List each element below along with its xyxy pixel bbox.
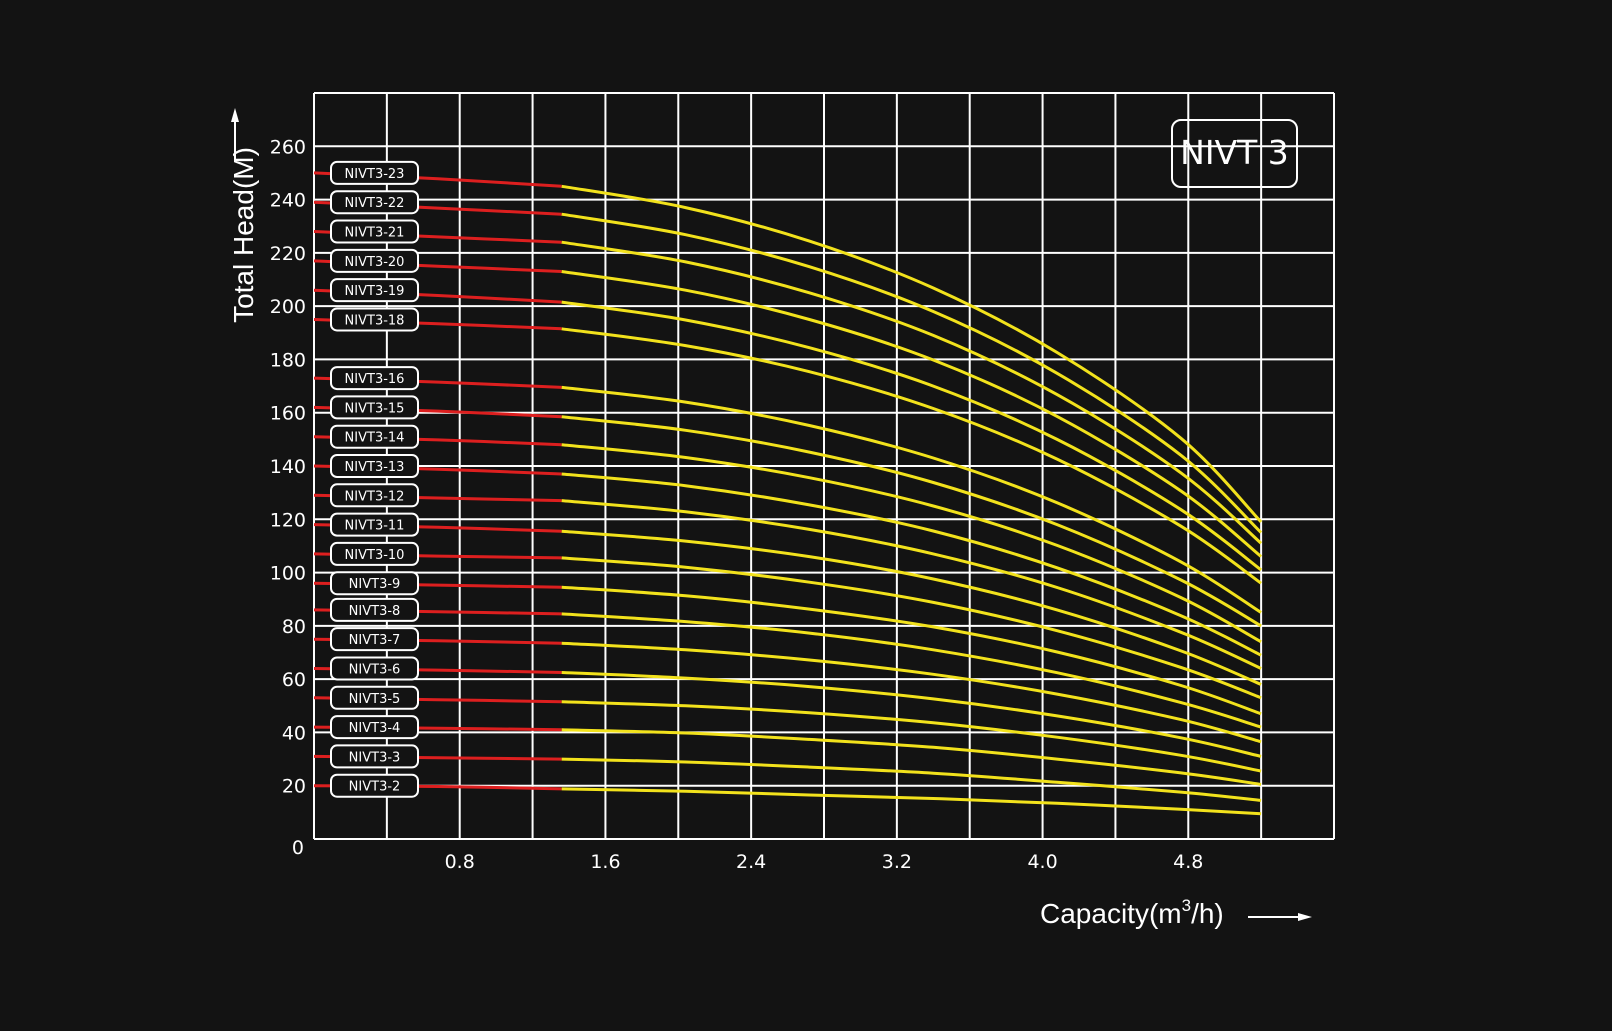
curve-label-text: NIVT3-11 xyxy=(345,519,405,534)
curve-label-text: NIVT3-7 xyxy=(349,633,401,648)
curve-nivt3-23 xyxy=(561,184,1263,524)
y-tick-label: 80 xyxy=(282,616,306,638)
x-axis-arrow xyxy=(1248,913,1312,921)
y-tick-label: 220 xyxy=(270,243,306,265)
curve-label-text: NIVT3-9 xyxy=(349,577,401,592)
curve-label-nivt3-6: NIVT3-6 xyxy=(330,656,419,681)
curve-label-nivt3-8: NIVT3-8 xyxy=(330,597,419,622)
x-tick-label: 4.8 xyxy=(1173,851,1203,873)
curve-label-text: NIVT3-21 xyxy=(345,226,405,241)
y-tick-label: 180 xyxy=(270,349,306,371)
curve-nivt3-11 xyxy=(561,529,1262,686)
curve-label-nivt3-16: NIVT3-16 xyxy=(330,366,419,391)
curve-nivt3-4 xyxy=(561,728,1262,786)
curve-label-nivt3-9: NIVT3-9 xyxy=(330,571,419,596)
x-tick-label: 0.8 xyxy=(445,851,475,873)
curve-label-nivt3-11: NIVT3-11 xyxy=(330,512,419,537)
curve-label-text: NIVT3-15 xyxy=(345,401,405,416)
curve-label-text: NIVT3-5 xyxy=(349,692,401,707)
y-tick-label: 20 xyxy=(282,776,306,798)
curve-label-text: NIVT3-3 xyxy=(349,750,401,765)
curve-label-nivt3-13: NIVT3-13 xyxy=(330,454,419,478)
y-tick-label: 120 xyxy=(270,509,306,531)
y-tick-label: 0 xyxy=(292,837,304,859)
chart-title: NIVT 3 xyxy=(1180,133,1289,172)
y-axis-title: Total Head(M) xyxy=(228,147,259,323)
curve-label-nivt3-20: NIVT3-20 xyxy=(330,248,419,273)
curve-label-text: NIVT3-16 xyxy=(345,372,405,387)
curve-nivt3-2 xyxy=(561,787,1262,816)
curve-label-nivt3-14: NIVT3-14 xyxy=(330,424,419,449)
curve-labels: NIVT3-2 NIVT3-3 NIVT3-4 NIVT3-5 NIVT3-6 NIVT3… xyxy=(330,160,419,798)
curve-nivt3-20 xyxy=(561,270,1263,558)
y-tick-label: 160 xyxy=(270,403,306,425)
curve-label-text: NIVT3-4 xyxy=(349,721,401,736)
curve-label-nivt3-15: NIVT3-15 xyxy=(330,395,419,420)
curve-label-nivt3-10: NIVT3-10 xyxy=(330,541,419,566)
curve-label-text: NIVT3-2 xyxy=(349,780,401,795)
curve-label-text: NIVT3-10 xyxy=(345,548,405,563)
curve-label-nivt3-18: NIVT3-18 xyxy=(330,307,419,332)
x-axis-title-prefix: Capacity(m xyxy=(1040,898,1182,929)
y-tick-label: 240 xyxy=(270,190,306,212)
y-tick-label: 40 xyxy=(282,722,306,744)
y-tick-label: 260 xyxy=(270,136,306,158)
y-tick-label: 200 xyxy=(270,296,306,318)
curve-label-nivt3-19: NIVT3-19 xyxy=(330,278,419,303)
curve-label-nivt3-12: NIVT3-12 xyxy=(330,483,419,508)
chart-title-box: NIVT 3 xyxy=(1171,119,1298,188)
curve-label-nivt3-21: NIVT3-21 xyxy=(330,219,419,244)
curve-label-nivt3-4: NIVT3-4 xyxy=(330,715,419,740)
y-tick-label: 60 xyxy=(282,669,306,691)
curve-label-text: NIVT3-8 xyxy=(349,604,401,619)
curve-label-text: NIVT3-18 xyxy=(345,313,405,328)
curve-label-text: NIVT3-12 xyxy=(345,489,405,504)
curve-label-text: NIVT3-22 xyxy=(345,196,405,211)
curve-nivt3-3 xyxy=(561,757,1262,802)
curve-label-nivt3-5: NIVT3-5 xyxy=(330,685,419,710)
x-axis-title-superscript: 3 xyxy=(1181,896,1192,915)
x-tick-label: 1.6 xyxy=(590,851,620,873)
curve-label-text: NIVT3-14 xyxy=(345,431,405,446)
curve-label-nivt3-3: NIVT3-3 xyxy=(330,744,419,769)
x-axis-title-suffix: /h) xyxy=(1191,898,1224,929)
curve-label-nivt3-2: NIVT3-2 xyxy=(330,773,419,798)
curve-label-nivt3-22: NIVT3-22 xyxy=(330,190,419,215)
x-tick-label: 4.0 xyxy=(1027,851,1057,873)
curve-label-nivt3-23: NIVT3-23 xyxy=(330,160,419,185)
curve-label-nivt3-7: NIVT3-7 xyxy=(330,627,419,652)
x-tick-label: 3.2 xyxy=(882,851,912,873)
x-axis-title: Capacity(m3/h) xyxy=(1040,896,1224,930)
curve-label-text: NIVT3-6 xyxy=(349,662,401,677)
curve-label-text: NIVT3-19 xyxy=(345,284,405,299)
curve-label-text: NIVT3-20 xyxy=(345,255,405,270)
y-tick-label: 140 xyxy=(270,456,306,478)
curve-label-text: NIVT3-13 xyxy=(345,460,405,475)
chart-curves xyxy=(313,171,1263,816)
curve-label-text: NIVT3-23 xyxy=(345,167,405,182)
x-tick-label: 2.4 xyxy=(736,851,766,873)
y-tick-label: 100 xyxy=(270,563,306,585)
